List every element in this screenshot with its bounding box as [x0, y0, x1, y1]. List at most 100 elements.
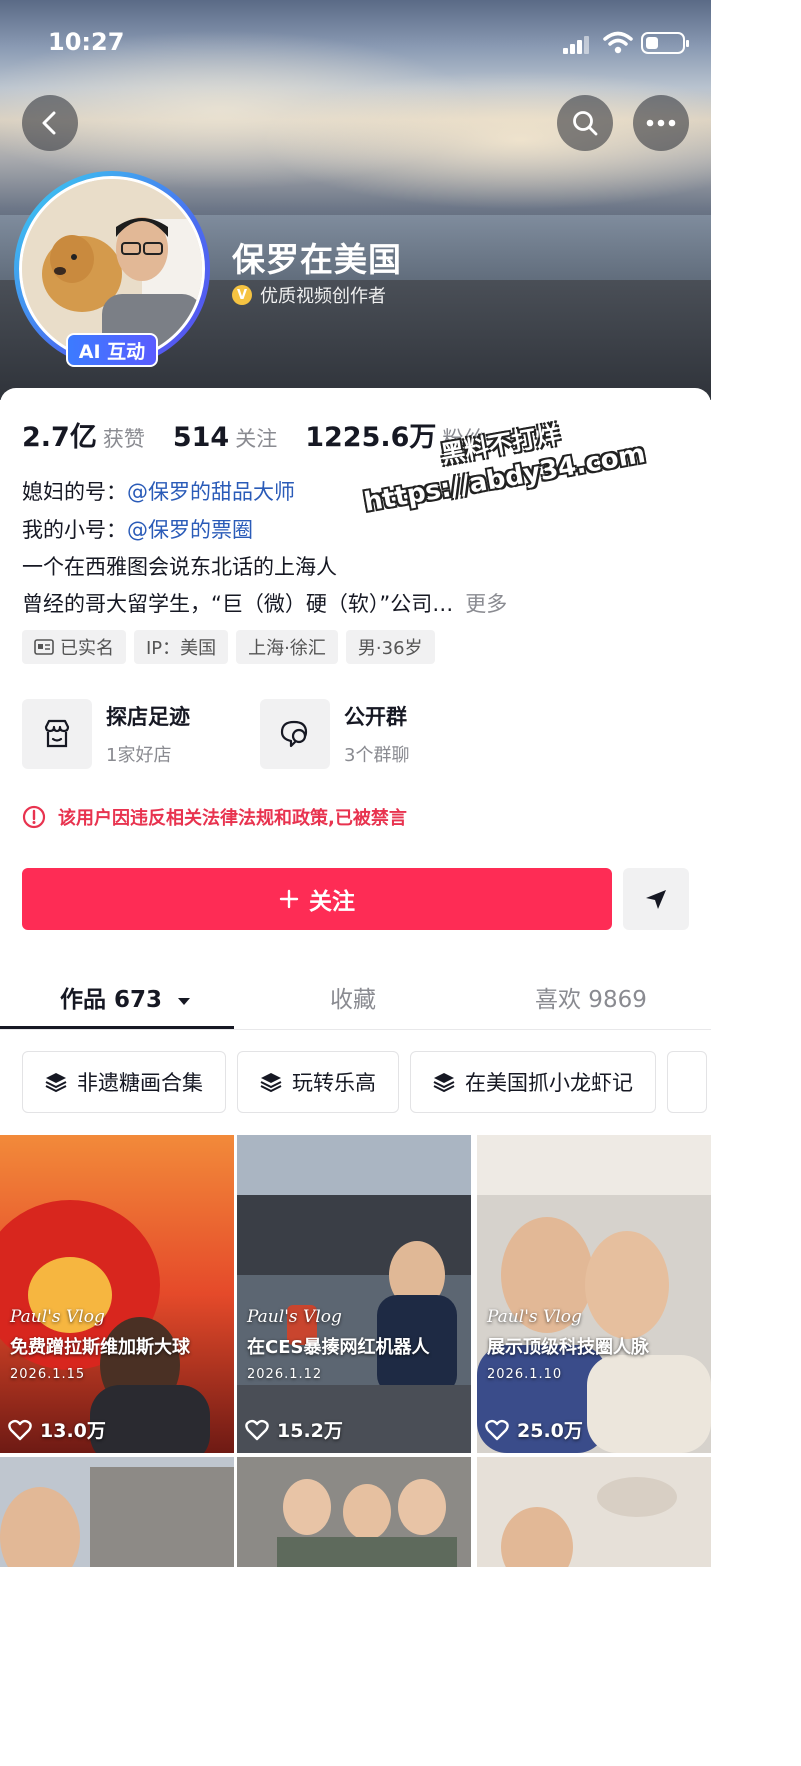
city-label: 上海·徐汇	[248, 638, 326, 659]
city-tag: 上海·徐汇	[236, 630, 338, 664]
collection-chip-lego[interactable]: 玩转乐高	[237, 1051, 399, 1113]
profile-tags: 已实名 IP：美国 上海·徐汇 男·36岁	[22, 630, 435, 664]
video-likes-count: 15.2万	[277, 1420, 343, 1442]
caret-down-icon	[178, 998, 191, 1005]
ai-interaction-badge[interactable]: AI 互动	[66, 333, 158, 367]
bio-wife-account-label: 媳妇的号：	[22, 480, 127, 504]
video-likes: 25.0万	[485, 1416, 583, 1443]
following-label[interactable]: 关注	[235, 423, 277, 453]
search-button[interactable]	[557, 95, 613, 151]
likes-count: 2.7亿	[22, 422, 97, 453]
ip-location-label: IP：美国	[146, 638, 217, 659]
alert-circle-icon	[22, 805, 46, 829]
layers-icon	[433, 1073, 455, 1093]
vlog-title: Paul's Vlog	[10, 1307, 105, 1327]
collection-chip-more[interactable]	[667, 1051, 707, 1113]
video-title: 在CES暴揍网红机器人	[247, 1337, 430, 1358]
bio-more-link[interactable]: 更多	[465, 592, 507, 616]
video-likes: 13.0万	[8, 1416, 106, 1443]
video-thumbnail[interactable]: Paul's Vlog 展示顶级科技圈人脉 2026.1.10 25.0万	[477, 1135, 711, 1453]
send-message-button[interactable]	[623, 868, 689, 930]
video-caption: Paul's Vlog 展示顶级科技圈人脉 2026.1.10	[487, 1307, 649, 1382]
gender-age-tag: 男·36岁	[345, 630, 435, 664]
collection-label: 非遗糖画合集	[77, 1071, 203, 1095]
warning-text: 该用户因违反相关法律法规和政策,已被禁言	[58, 808, 407, 829]
collection-label: 在美国抓小龙虾记	[465, 1071, 633, 1095]
collections-row: 非遗糖画合集 玩转乐高 在美国抓小龙虾记	[22, 1051, 707, 1113]
creator-certification: V 优质视频创作者	[232, 282, 386, 308]
gender-age-label: 男·36岁	[357, 638, 423, 659]
active-tab-indicator	[0, 1026, 234, 1029]
account-muted-warning: 该用户因违反相关法律法规和政策,已被禁言	[22, 804, 407, 830]
video-likes-count: 13.0万	[40, 1420, 106, 1442]
likes-label: 获赞	[102, 427, 145, 451]
video-likes-count: 25.0万	[517, 1420, 583, 1442]
bio-line-2: 我的小号：@保罗的票圈	[22, 514, 253, 544]
store-visits-title: 探店足迹	[106, 705, 190, 729]
tab-works-label: 作品 673	[60, 987, 163, 1013]
bio-line-1: 媳妇的号：@保罗的甜品大师	[22, 476, 295, 506]
avatar-photo	[22, 179, 202, 359]
bio-alt-account-label: 我的小号：	[22, 518, 127, 542]
video-cover-image	[0, 1457, 234, 1567]
heart-outline-icon	[485, 1419, 509, 1440]
bio-line-4: 曾经的哥大留学生，“巨（微）硬（软）”公司… 更多	[22, 588, 507, 618]
video-date: 2026.1.10	[487, 1367, 563, 1382]
public-groups-entry[interactable]: 公开群 3个群聊	[260, 699, 409, 769]
bio-wife-account-link[interactable]: @保罗的甜品大师	[127, 480, 295, 504]
collection-chip-crayfish[interactable]: 在美国抓小龙虾记	[410, 1051, 656, 1113]
following-count[interactable]: 514	[173, 422, 229, 453]
video-cover-image	[0, 1135, 234, 1453]
video-cover-image	[237, 1457, 471, 1567]
id-card-icon	[34, 639, 54, 655]
video-date: 2026.1.12	[247, 1367, 323, 1382]
chevron-left-icon	[42, 111, 56, 135]
public-groups-subtitle: 3个群聊	[344, 745, 410, 766]
public-groups-title: 公开群	[344, 705, 407, 729]
search-icon	[573, 111, 598, 136]
bio-text: 曾经的哥大留学生，“巨（微）硬（软）”公司…	[22, 592, 454, 616]
video-cover-image	[477, 1135, 711, 1453]
video-title: 展示顶级科技圈人脉	[487, 1337, 649, 1358]
tab-works[interactable]: 作品 673	[60, 980, 192, 1014]
verified-v-icon: V	[232, 285, 252, 305]
heart-outline-icon	[8, 1419, 32, 1440]
ip-location-tag: IP：美国	[134, 630, 229, 664]
cellular-signal-icon	[563, 34, 589, 54]
video-thumbnail[interactable]	[477, 1457, 711, 1567]
video-date: 2026.1.15	[10, 1367, 86, 1382]
collection-label: 玩转乐高	[292, 1071, 376, 1095]
send-arrow-icon	[646, 890, 666, 909]
vlog-title: Paul's Vlog	[247, 1307, 342, 1327]
bio-line-3: 一个在西雅图会说东北话的上海人	[22, 555, 337, 579]
video-thumbnail[interactable]: Paul's Vlog 免费蹭拉斯维加斯大球 2026.1.15 13.0万	[0, 1135, 234, 1453]
back-button[interactable]	[22, 95, 78, 151]
vlog-title: Paul's Vlog	[487, 1307, 582, 1327]
bio-alt-account-link[interactable]: @保罗的票圈	[127, 518, 253, 542]
content-tabs: 作品 673 收藏 喜欢 9869	[0, 962, 711, 1030]
follow-label: 关注	[309, 889, 355, 915]
battery-icon	[641, 32, 689, 54]
heart-outline-icon	[245, 1419, 269, 1440]
layers-icon	[260, 1073, 282, 1093]
profile-nickname: 保罗在美国	[232, 240, 402, 279]
video-caption: Paul's Vlog 在CES暴揍网红机器人 2026.1.12	[247, 1307, 429, 1382]
video-thumbnail[interactable]	[0, 1457, 234, 1567]
video-thumbnail[interactable]	[237, 1457, 471, 1567]
collection-chip-sugar-painting[interactable]: 非遗糖画合集	[22, 1051, 226, 1113]
store-visits-entry[interactable]: 探店足迹 1家好店	[22, 699, 190, 769]
video-likes: 15.2万	[245, 1416, 343, 1443]
wifi-icon	[603, 31, 633, 54]
certification-label: 优质视频创作者	[260, 286, 386, 307]
layers-icon	[45, 1073, 67, 1093]
more-options-button[interactable]	[633, 95, 689, 151]
video-title: 免费蹭拉斯维加斯大球	[10, 1337, 190, 1358]
follow-button[interactable]: 关注	[22, 868, 612, 930]
tab-favorites[interactable]: 收藏	[330, 980, 376, 1014]
plus-icon	[279, 889, 299, 909]
tab-likes[interactable]: 喜欢 9869	[535, 980, 647, 1014]
store-visits-subtitle: 1家好店	[106, 745, 172, 766]
status-bar: 10:27	[0, 0, 711, 86]
video-thumbnail[interactable]: Paul's Vlog 在CES暴揍网红机器人 2026.1.12 15.2万	[237, 1135, 471, 1453]
ellipsis-icon	[646, 119, 676, 127]
